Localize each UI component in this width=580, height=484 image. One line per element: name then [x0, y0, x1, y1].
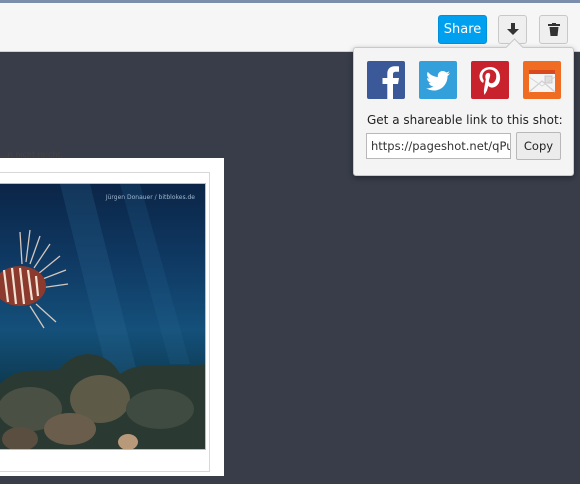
share-link-input[interactable]: https://pageshot.net/qPuJ: [366, 133, 511, 159]
facebook-share-button[interactable]: [367, 61, 405, 99]
pinterest-share-button[interactable]: [471, 61, 509, 99]
screenshot-cut-text: ...n nicht reicht.: [0, 150, 64, 159]
trash-icon: [548, 23, 560, 36]
lionfish-photo: Jürgen Donauer / bitblokes.de: [0, 183, 206, 450]
facebook-icon: [382, 66, 399, 99]
twitter-share-button[interactable]: [419, 61, 457, 99]
email-icon: [528, 70, 556, 93]
pinterest-icon: [479, 67, 501, 95]
share-popup: Get a shareable link to this shot: https…: [353, 38, 574, 176]
toolbar: Share: [0, 3, 580, 52]
delete-button[interactable]: [539, 15, 568, 44]
share-link-label: Get a shareable link to this shot:: [367, 113, 563, 127]
download-arrow-icon: [507, 23, 519, 35]
email-share-button[interactable]: [523, 61, 561, 99]
share-link-value: https://pageshot.net/qPuJ: [371, 139, 511, 153]
photo-credit: Jürgen Donauer / bitblokes.de: [105, 194, 195, 201]
screenshot-content: Jürgen Donauer / bitblokes.de: [0, 172, 210, 472]
copy-button[interactable]: Copy: [516, 132, 561, 160]
screenshot-preview: ...n nicht reicht. Jürgen Donauer / bitb…: [0, 150, 224, 476]
share-button[interactable]: Share: [438, 15, 487, 44]
twitter-icon: [426, 71, 450, 91]
